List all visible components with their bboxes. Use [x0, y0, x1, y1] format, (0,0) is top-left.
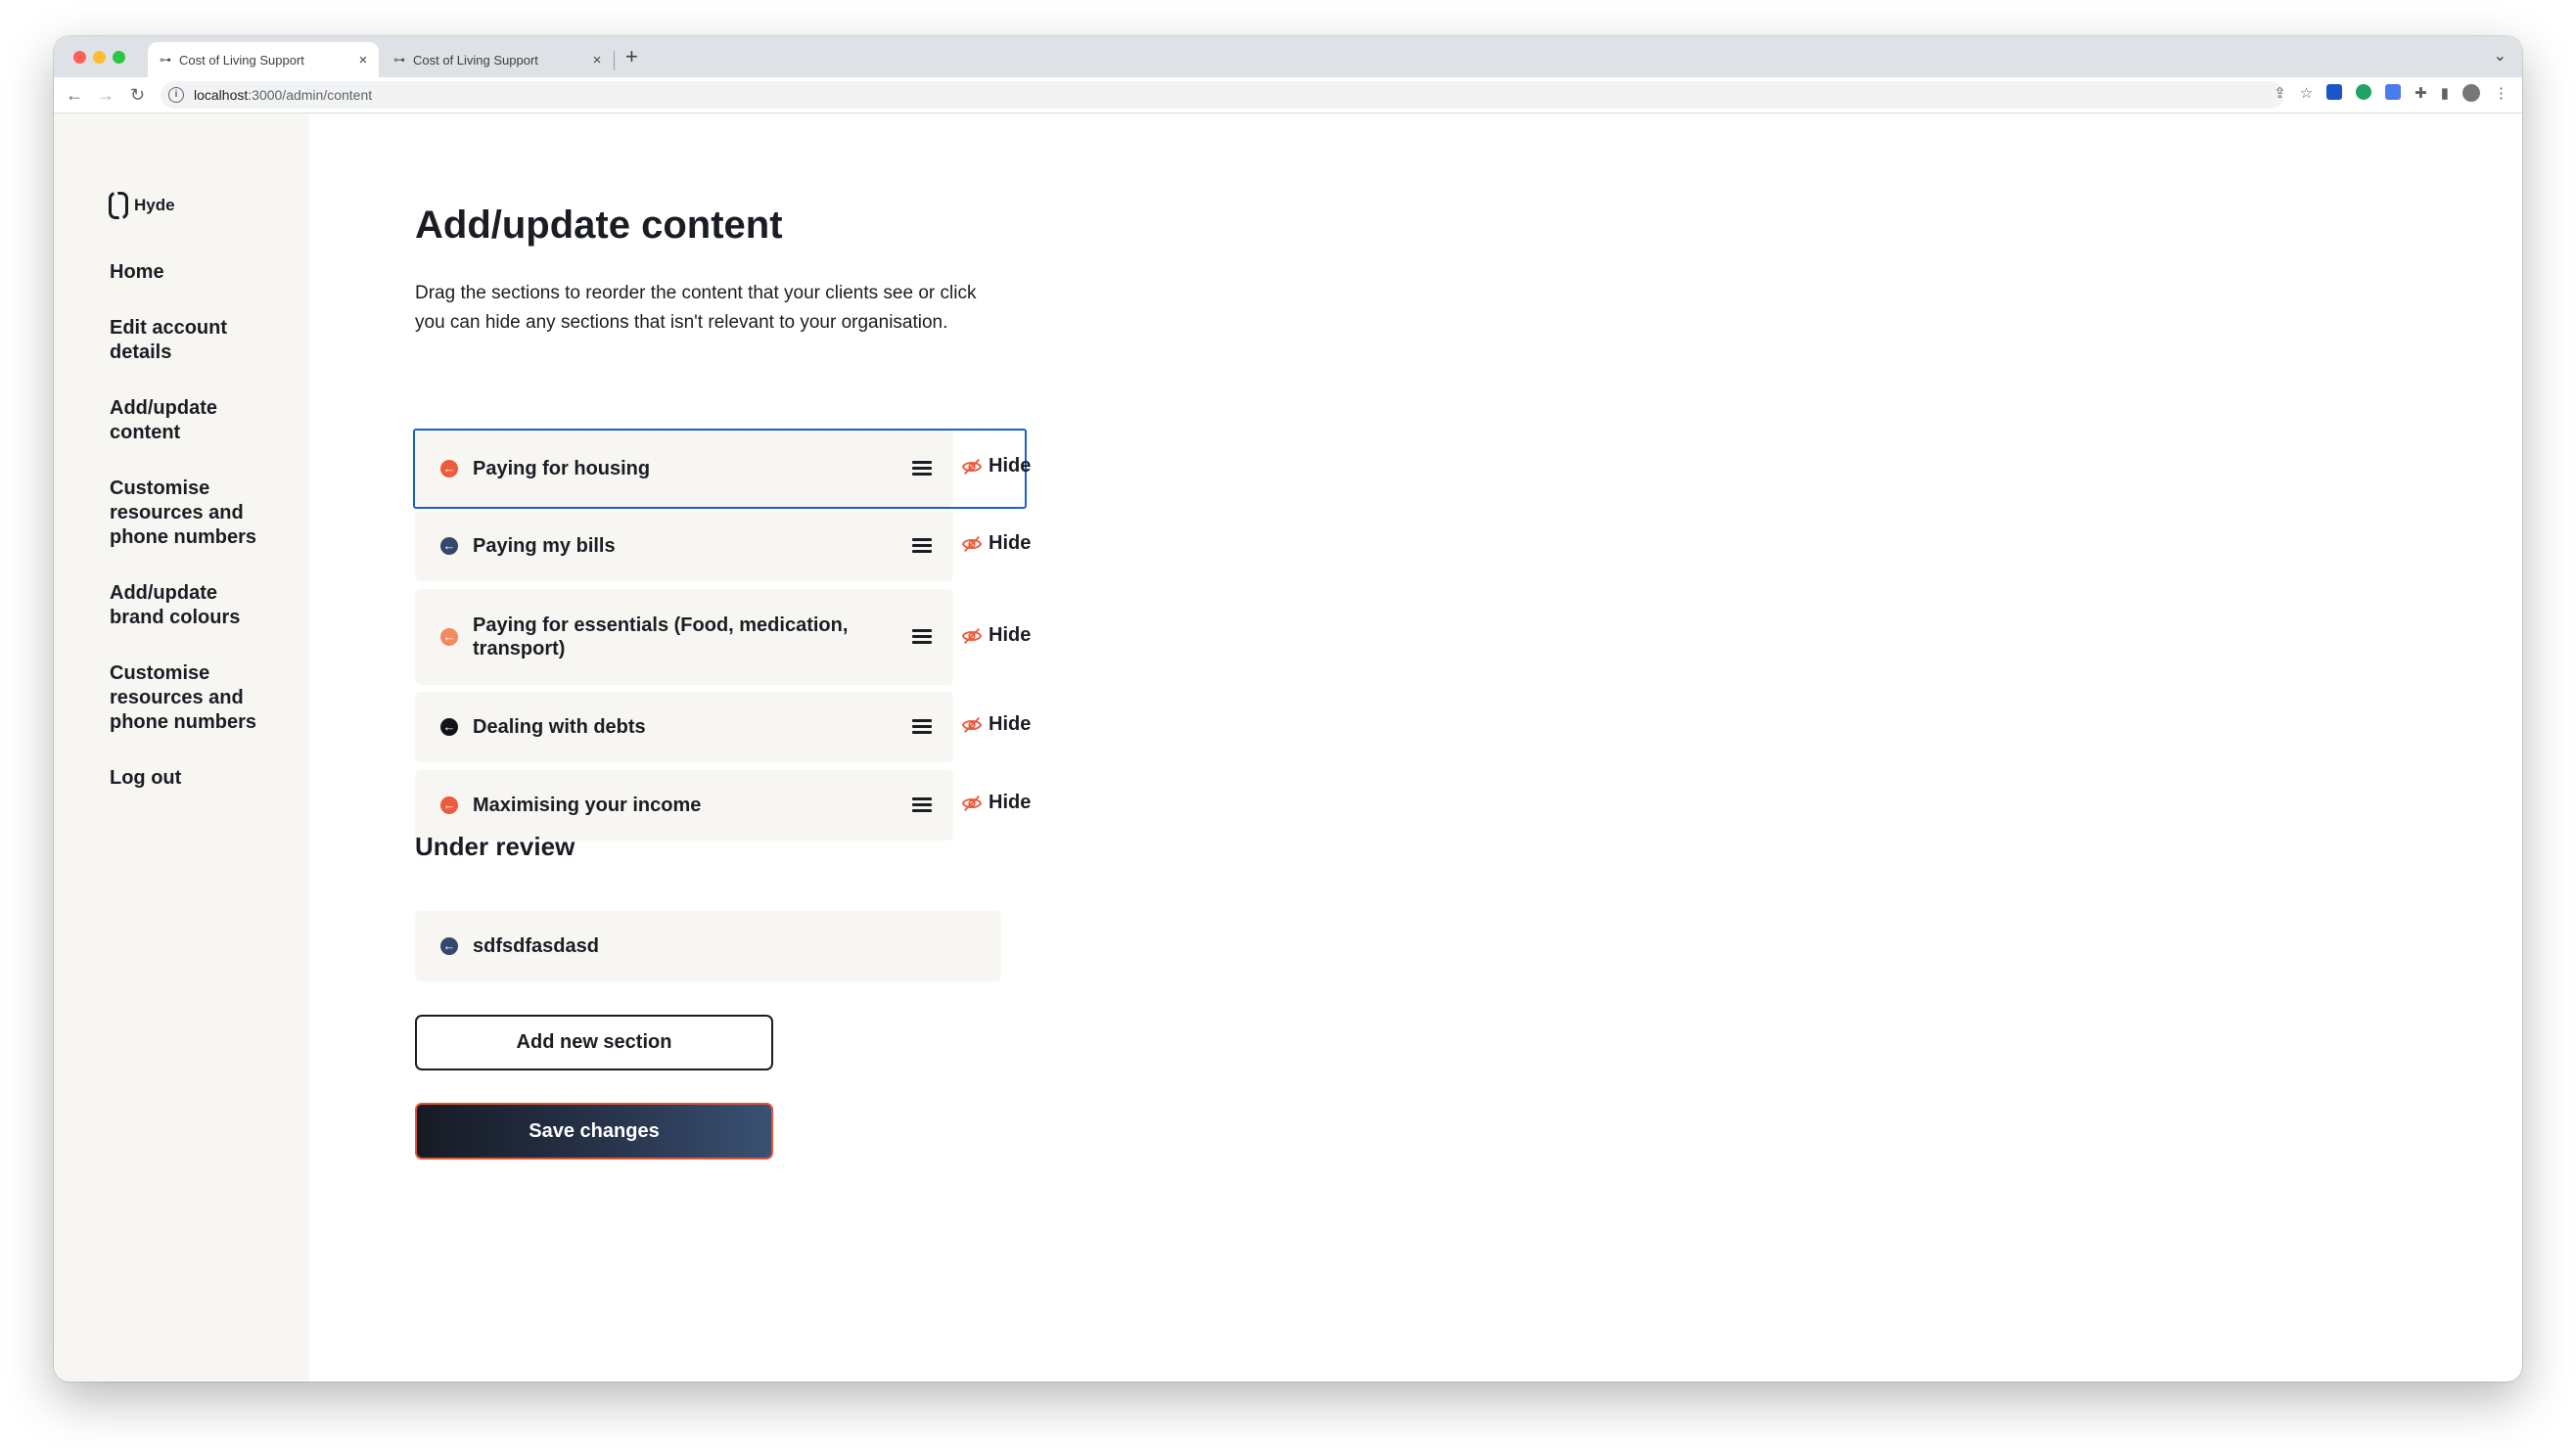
- close-tab-icon[interactable]: ×: [353, 52, 373, 68]
- hide-label: Hide: [989, 455, 1032, 477]
- section-label: Maximising your income: [473, 795, 702, 816]
- eye-slash-icon: [961, 458, 983, 475]
- sidebar-item-label[interactable]: Home: [110, 260, 168, 285]
- drag-handle-icon[interactable]: [912, 461, 932, 478]
- key-icon: ⊶: [160, 53, 171, 67]
- sidebar-item-label[interactable]: Customise resources and phone numbers: [110, 477, 276, 550]
- hide-label: Hide: [989, 532, 1032, 554]
- section-row[interactable]: ← Maximising your income Hide: [415, 770, 1051, 841]
- drag-handle-icon[interactable]: [912, 797, 932, 815]
- reload-icon[interactable]: ↻: [130, 82, 145, 108]
- page-title: Add/update content: [415, 204, 783, 247]
- url-host: localhost: [194, 87, 249, 103]
- hide-button[interactable]: Hide: [961, 792, 1031, 814]
- review-item[interactable]: ← sdfsdfasdasd: [415, 911, 1001, 981]
- close-tab-icon[interactable]: ×: [587, 52, 607, 68]
- save-changes-button[interactable]: Save changes: [415, 1103, 773, 1159]
- sidebar-item-label[interactable]: Edit account details: [110, 316, 247, 365]
- drag-handle-icon[interactable]: [912, 629, 932, 647]
- eye-slash-icon: [961, 535, 983, 552]
- section-label: Dealing with debts: [473, 716, 646, 738]
- sidebar-nav: Home Edit account details Add/update con…: [110, 260, 305, 791]
- section-row[interactable]: ← Dealing with debts Hide: [415, 692, 1051, 762]
- add-new-section-button[interactable]: Add new section: [415, 1015, 773, 1070]
- address-bar[interactable]: i localhost:3000/admin/content: [161, 81, 2284, 109]
- eye-slash-icon: [961, 627, 983, 644]
- arrow-left-icon: ←: [440, 718, 458, 736]
- sidebar-item-home[interactable]: Home: [110, 260, 168, 285]
- profile-avatar[interactable]: [2462, 84, 2480, 102]
- arrow-left-icon: ←: [440, 796, 458, 814]
- hide-button[interactable]: Hide: [961, 532, 1031, 555]
- sidebar-item-label[interactable]: Customise resources and phone numbers: [110, 661, 276, 735]
- arrow-left-icon: ←: [440, 537, 458, 555]
- hide-label: Hide: [989, 713, 1032, 735]
- section-row[interactable]: ← Paying for housing Hide: [413, 429, 1051, 509]
- maximize-window-button[interactable]: [113, 51, 125, 64]
- logo-text: Hyde: [134, 196, 175, 214]
- arrow-left-icon: ←: [440, 460, 458, 477]
- tab-title: Cost of Living Support: [179, 52, 304, 68]
- sidebar-item-edit-account[interactable]: Edit account details: [110, 316, 247, 365]
- browser-tab-active[interactable]: ⊶ Cost of Living Support ×: [148, 42, 379, 77]
- back-arrow-icon[interactable]: ←: [66, 82, 83, 108]
- tab-strip: ⊶ Cost of Living Support × ⊶ Cost of Liv…: [54, 36, 2522, 77]
- tab-separator: [614, 51, 615, 70]
- translate-extension-icon[interactable]: [2385, 84, 2402, 100]
- main-content: Add/update content Drag the sections to …: [413, 114, 2522, 1382]
- review-item-label: sdfsdfasdasd: [473, 935, 599, 957]
- eye-slash-icon: [961, 716, 983, 733]
- sidebar-item-customise-resources-2[interactable]: Customise resources and phone numbers: [110, 661, 276, 735]
- sidebar-item-customise-resources[interactable]: Customise resources and phone numbers: [110, 477, 276, 550]
- section-label: Paying for housing: [473, 458, 651, 479]
- hide-label: Hide: [989, 792, 1032, 813]
- star-icon[interactable]: ☆: [2300, 84, 2313, 102]
- tab-title: Cost of Living Support: [413, 52, 538, 68]
- intro-text: Drag the sections to reorder the content…: [415, 283, 977, 333]
- drag-handle-icon[interactable]: [912, 719, 932, 737]
- minimize-window-button[interactable]: [93, 51, 106, 64]
- sidebar-item-label[interactable]: Log out: [110, 766, 227, 791]
- extension-icon[interactable]: [2356, 84, 2372, 100]
- eye-slash-icon: [961, 795, 983, 811]
- logo[interactable]: Hyde: [109, 192, 175, 219]
- sidebar: Hyde Home Edit account details Add/updat…: [54, 114, 309, 1382]
- extension-icon[interactable]: [2326, 84, 2343, 100]
- drag-handle-icon[interactable]: [912, 538, 932, 556]
- sidebar-item-add-update-content[interactable]: Add/update content: [110, 396, 247, 445]
- page-viewport: Hyde Home Edit account details Add/updat…: [54, 114, 2522, 1382]
- sidebar-item-log-out[interactable]: Log out: [110, 766, 227, 791]
- arrow-left-icon: ←: [440, 628, 458, 646]
- url-path: :3000/admin/content: [248, 87, 373, 103]
- browser-toolbar: ← → ↻ i localhost:3000/admin/content ⇪ ☆…: [54, 77, 2522, 114]
- browser-window: ⊶ Cost of Living Support × ⊶ Cost of Liv…: [54, 36, 2522, 1382]
- browser-tab[interactable]: ⊶ Cost of Living Support ×: [382, 42, 613, 77]
- hide-label: Hide: [989, 624, 1032, 646]
- close-window-button[interactable]: [73, 51, 86, 64]
- section-label: Paying for essentials (Food, medication,…: [473, 614, 849, 659]
- sidebar-item-brand-colours[interactable]: Add/update brand colours: [110, 581, 256, 630]
- forward-arrow-icon[interactable]: →: [97, 82, 115, 108]
- toolbar-icons: ⇪ ☆ ✚ ▮ ⋮: [2274, 84, 2508, 102]
- new-tab-icon[interactable]: +: [625, 44, 638, 69]
- arrow-left-icon: ←: [440, 937, 458, 955]
- section-label: Paying my bills: [473, 535, 616, 557]
- side-panel-icon[interactable]: ▮: [2441, 84, 2449, 102]
- hide-button[interactable]: Hide: [961, 455, 1031, 477]
- under-review-heading: Under review: [415, 832, 575, 861]
- sidebar-item-label[interactable]: Add/update brand colours: [110, 581, 256, 630]
- puzzle-icon[interactable]: ✚: [2415, 84, 2427, 102]
- chevron-down-icon[interactable]: ⌄: [2494, 46, 2507, 66]
- info-icon[interactable]: i: [168, 87, 184, 103]
- hide-button[interactable]: Hide: [961, 713, 1031, 736]
- share-icon[interactable]: ⇪: [2274, 84, 2286, 102]
- hyde-logo-icon: [109, 192, 128, 219]
- kebab-menu-icon[interactable]: ⋮: [2494, 84, 2508, 102]
- hide-button[interactable]: Hide: [961, 624, 1031, 647]
- section-row[interactable]: ← Paying for essentials (Food, medicatio…: [415, 589, 1051, 685]
- key-icon: ⊶: [393, 53, 405, 67]
- sidebar-item-label[interactable]: Add/update content: [110, 396, 247, 445]
- section-row[interactable]: ← Paying my bills Hide: [415, 511, 1051, 581]
